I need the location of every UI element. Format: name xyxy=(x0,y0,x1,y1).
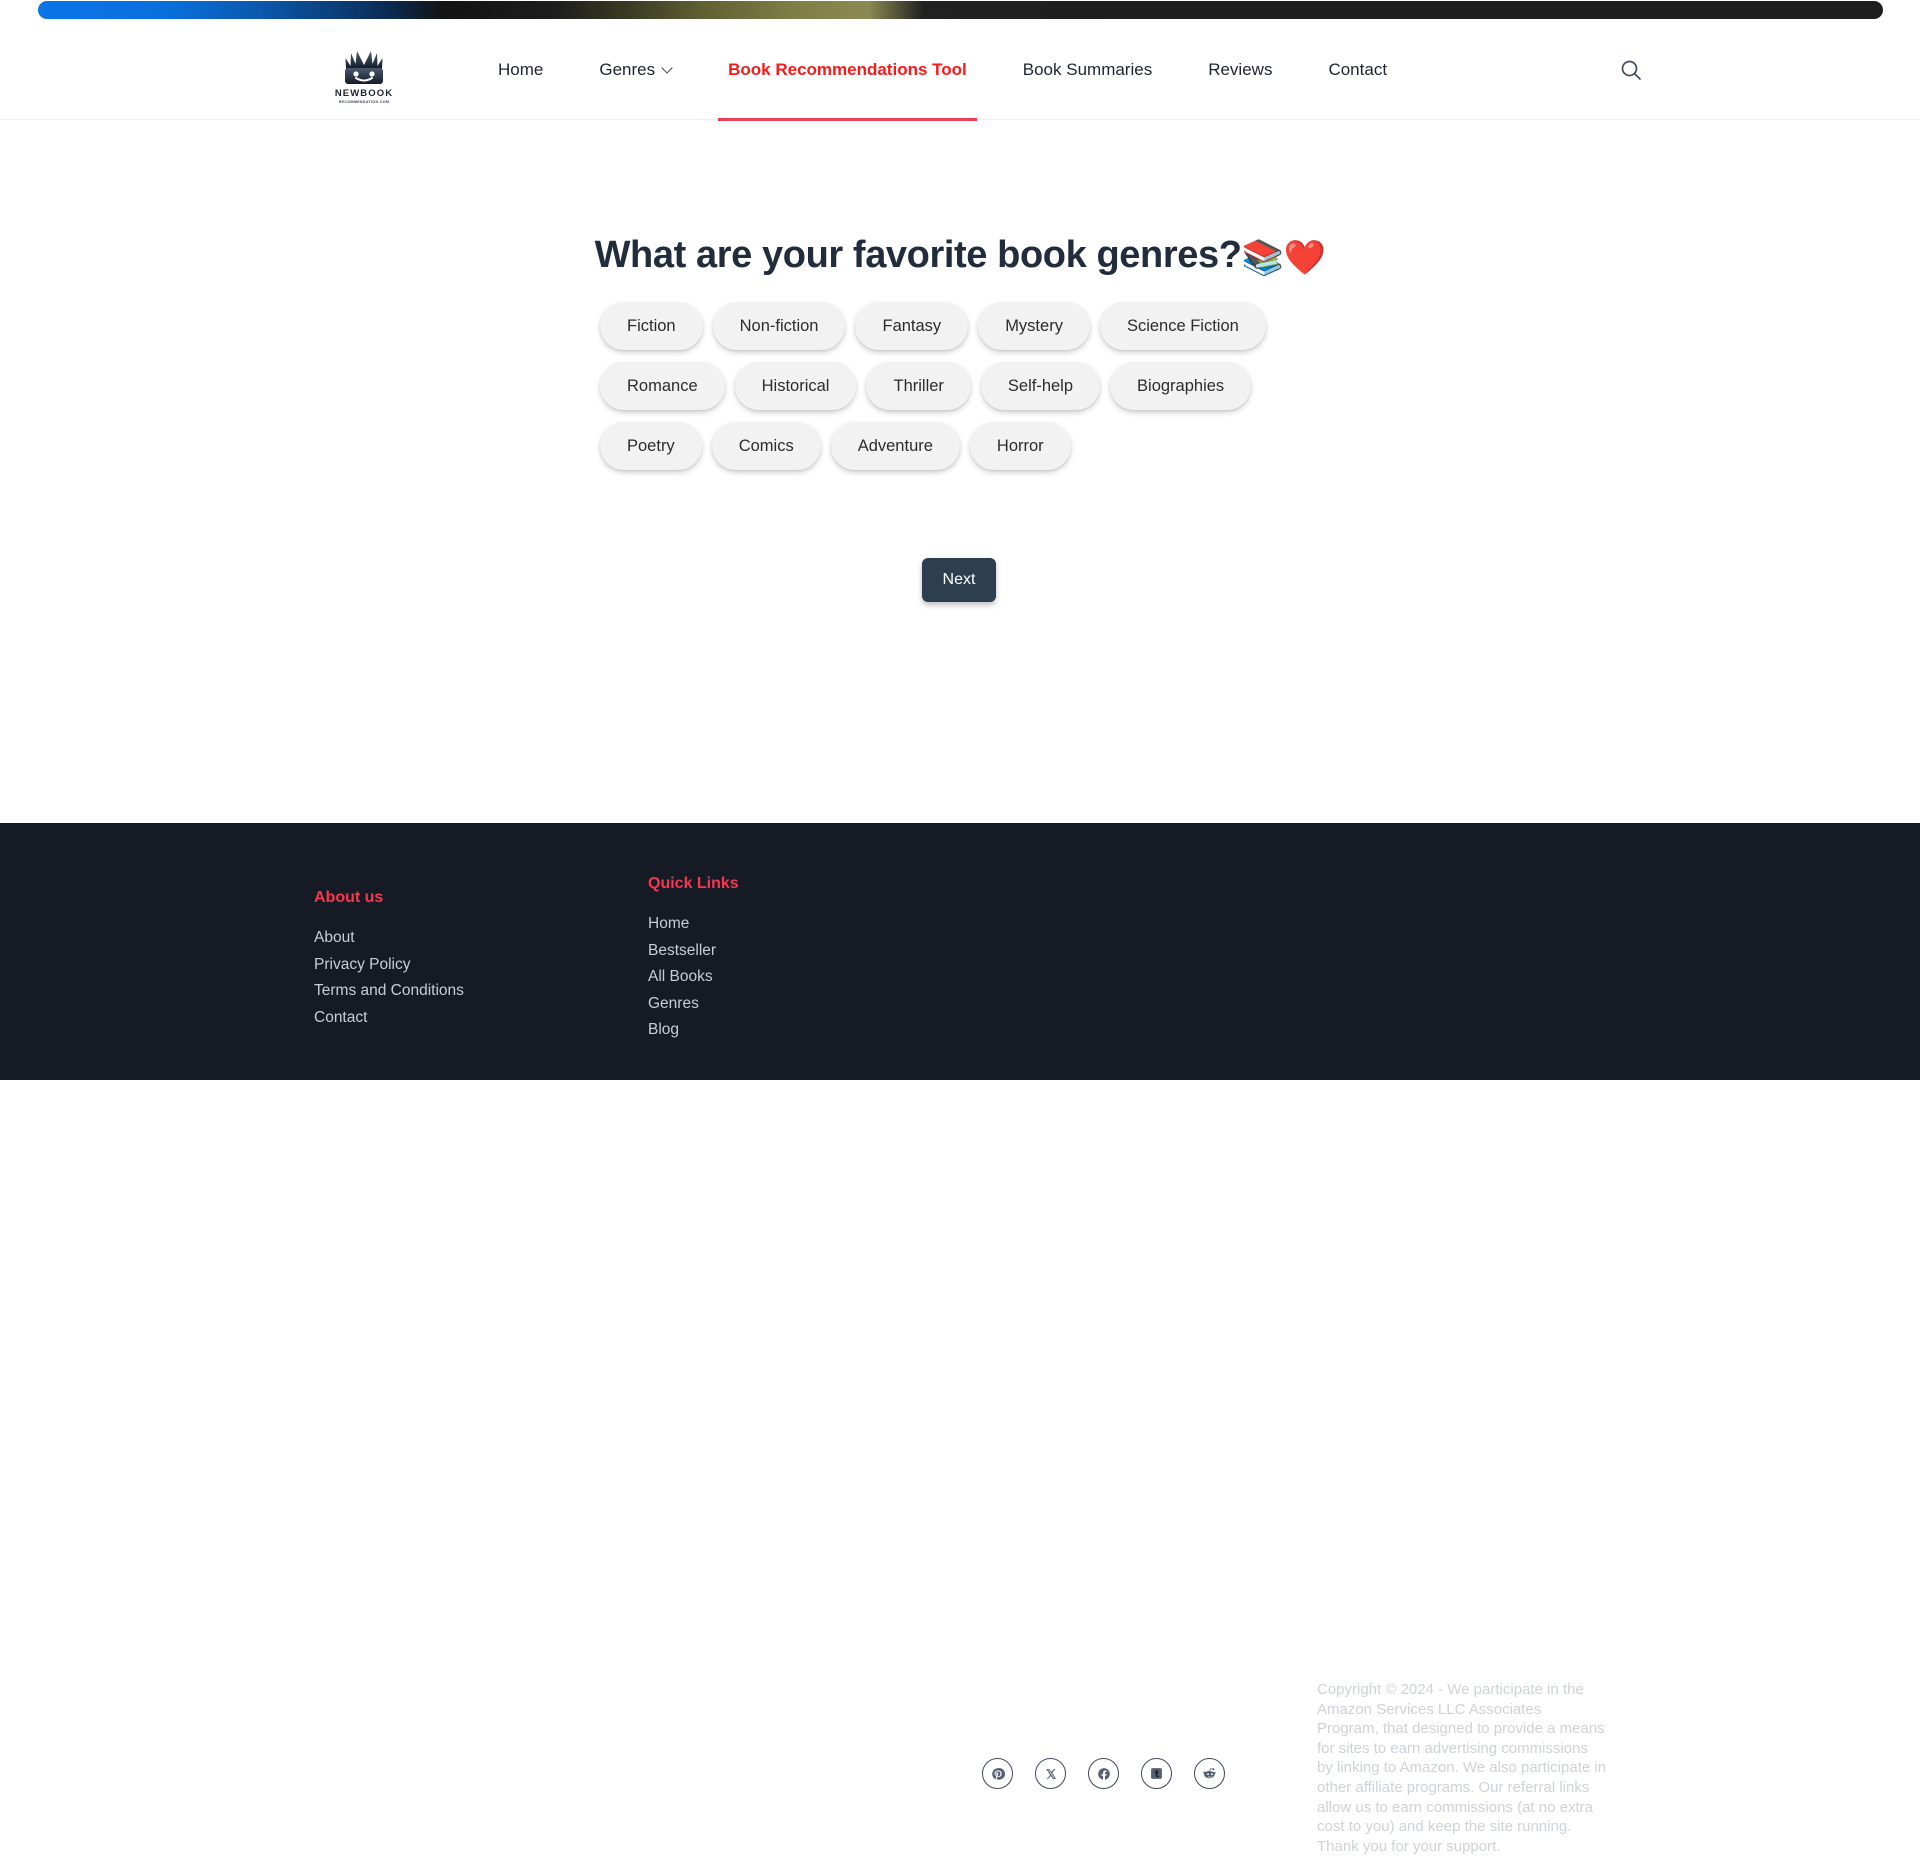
genre-chip-thriller[interactable]: Thriller xyxy=(866,362,971,410)
reddit-icon[interactable] xyxy=(1194,1758,1225,1789)
page-title: What are your favorite book genres?📚❤️ xyxy=(0,234,1920,278)
genre-chip-adventure[interactable]: Adventure xyxy=(830,422,960,470)
genre-chip-comics[interactable]: Comics xyxy=(711,422,821,470)
genre-chip-historical[interactable]: Historical xyxy=(734,362,857,410)
page-load-progress-container xyxy=(0,0,1920,20)
logo-tagline: RECOMMENDATION.COM xyxy=(338,99,390,104)
search-icon[interactable] xyxy=(1614,53,1648,87)
footer-social-links xyxy=(982,1758,1225,1789)
tumblr-icon[interactable] xyxy=(1141,1758,1172,1789)
footer-link-blog[interactable]: Blog xyxy=(648,1017,868,1044)
nav-label: Book Recommendations Tool xyxy=(728,60,967,79)
pinterest-icon[interactable] xyxy=(982,1758,1013,1789)
facebook-icon[interactable] xyxy=(1088,1758,1119,1789)
open-book-face-logo-icon xyxy=(334,47,394,87)
nav-label: Contact xyxy=(1328,60,1388,79)
footer-link-terms-and-conditions[interactable]: Terms and Conditions xyxy=(314,978,614,1005)
footer-link-bestseller[interactable]: Bestseller xyxy=(648,938,868,965)
nav-item-book-recommendations-tool[interactable]: Book Recommendations Tool xyxy=(700,20,995,121)
books-emoji: 📚 xyxy=(1241,239,1284,277)
genre-chip-non-fiction[interactable]: Non-fiction xyxy=(712,302,846,350)
site-header: NEWBOOK RECOMMENDATION.COM Home Genres B… xyxy=(0,20,1920,121)
nav-item-genres[interactable]: Genres xyxy=(571,20,700,120)
primary-navigation: Home Genres Book Recommendations Tool Bo… xyxy=(470,20,1415,121)
page-title-text: What are your favorite book genres? xyxy=(594,234,1242,276)
footer-link-genres[interactable]: Genres xyxy=(648,991,868,1018)
genre-chip-fiction[interactable]: Fiction xyxy=(600,302,703,350)
next-button[interactable]: Next xyxy=(922,558,996,602)
genre-chip-horror[interactable]: Horror xyxy=(969,422,1071,470)
genre-chip-self-help[interactable]: Self-help xyxy=(980,362,1101,410)
logo-wordmark: NEWBOOK xyxy=(334,88,394,99)
main-content: What are your favorite book genres?📚❤️ F… xyxy=(0,121,1920,823)
genre-chip-biographies[interactable]: Biographies xyxy=(1110,362,1252,410)
page-load-progress-bar xyxy=(38,1,1883,19)
footer-quick-links-column: Quick Links Home Bestseller All Books Ge… xyxy=(648,875,868,1044)
genre-chip-romance[interactable]: Romance xyxy=(600,362,725,410)
nav-label: Reviews xyxy=(1208,60,1273,79)
genre-chip-fantasy[interactable]: Fantasy xyxy=(855,302,969,350)
footer-about-heading: About us xyxy=(314,889,384,906)
footer-link-contact[interactable]: Contact xyxy=(314,1005,614,1032)
chevron-down-icon xyxy=(663,64,672,73)
genre-chip-mystery[interactable]: Mystery xyxy=(978,302,1090,350)
footer-about-column: About us About Privacy Policy Terms and … xyxy=(314,889,614,1031)
nav-item-home[interactable]: Home xyxy=(470,20,571,120)
nav-label: Genres xyxy=(599,60,656,79)
x-twitter-icon[interactable] xyxy=(1035,1758,1066,1789)
footer-link-privacy-policy[interactable]: Privacy Policy xyxy=(314,952,614,979)
site-footer: About us About Privacy Policy Terms and … xyxy=(0,823,1920,1855)
copyright-text: Copyright © 2024 - We participate in the… xyxy=(1317,1681,1607,1855)
nav-label: Home xyxy=(498,60,544,79)
site-logo[interactable]: NEWBOOK RECOMMENDATION.COM xyxy=(334,47,394,104)
footer-link-about[interactable]: About xyxy=(314,925,614,952)
footer-link-all-books[interactable]: All Books xyxy=(648,964,868,991)
nav-label: Book Summaries xyxy=(1022,60,1153,79)
nav-item-reviews[interactable]: Reviews xyxy=(1180,20,1300,120)
genre-chip-poetry[interactable]: Poetry xyxy=(600,422,702,470)
genre-chip-list: Fiction Non-fiction Fantasy Mystery Scie… xyxy=(600,302,1300,470)
genre-chip-science-fiction[interactable]: Science Fiction xyxy=(1099,302,1266,350)
nav-item-contact[interactable]: Contact xyxy=(1300,20,1415,120)
nav-item-book-summaries[interactable]: Book Summaries xyxy=(995,20,1180,120)
heart-emoji: ❤️ xyxy=(1283,239,1326,277)
footer-link-home[interactable]: Home xyxy=(648,911,868,938)
footer-quick-links-heading: Quick Links xyxy=(648,875,739,892)
